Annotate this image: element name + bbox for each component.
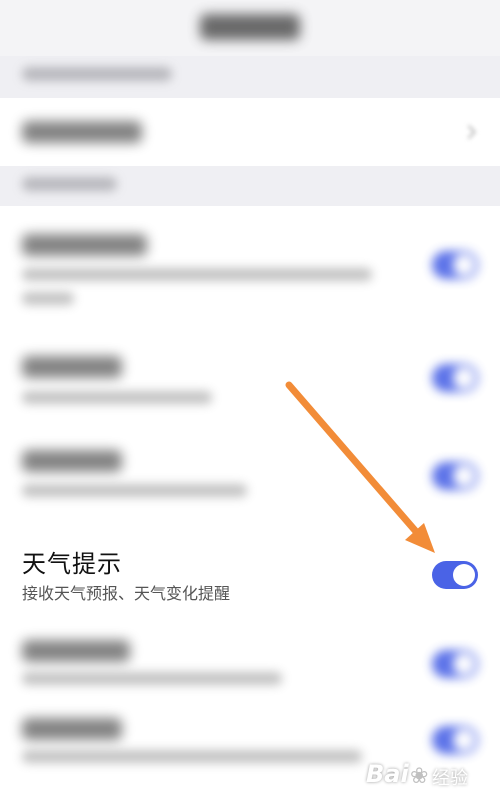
watermark: Bai ❀ 经验 <box>366 760 486 796</box>
settings-page: 天气提示 接收天气预报、天气变化提醒 Bai ❀ 经验 <box>0 0 500 800</box>
watermark-site: 经验 <box>432 768 468 789</box>
annotation-arrow <box>285 381 435 553</box>
paw-icon: ❀ <box>410 764 429 789</box>
arrow-shaft <box>285 381 423 539</box>
watermark-logo: Bai <box>366 760 409 788</box>
